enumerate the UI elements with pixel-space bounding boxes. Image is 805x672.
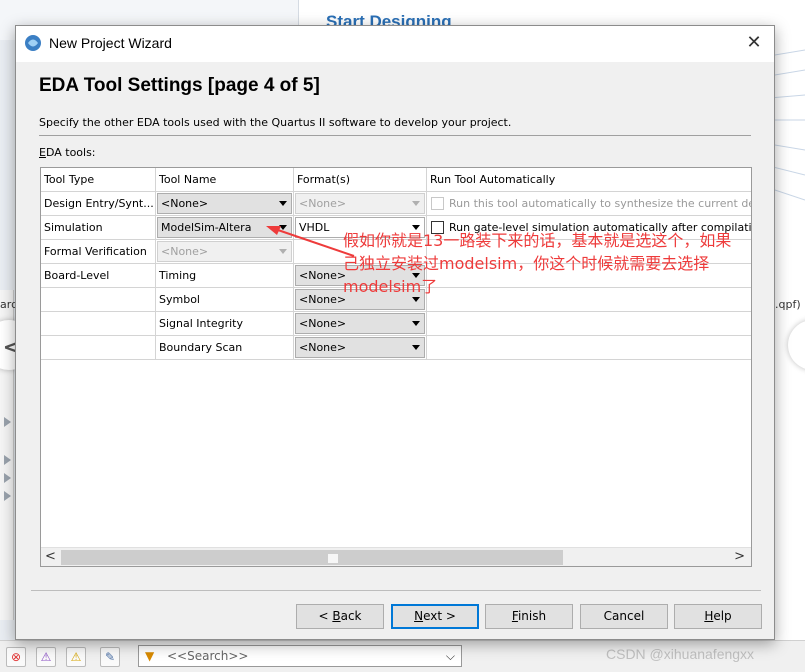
column-header-run-automatically[interactable]: Run Tool Automatically: [427, 168, 751, 192]
column-header-tool-type[interactable]: Tool Type: [41, 168, 156, 192]
table-row-format: <None>: [294, 336, 427, 360]
chevron-down-icon: [412, 345, 420, 350]
table-row-tool-type: [41, 312, 156, 336]
dialog-titlebar: New Project Wizard ✕: [16, 26, 774, 62]
tool-name-dropdown[interactable]: <None>: [157, 193, 292, 214]
column-header-tool-name[interactable]: Tool Name: [156, 168, 294, 192]
new-project-wizard-dialog: New Project Wizard ✕ EDA Tool Settings […: [15, 25, 775, 640]
scroll-right-icon[interactable]: >: [734, 549, 745, 564]
expand-arrow-icon[interactable]: [4, 417, 11, 427]
quartus-app-icon: [25, 35, 41, 51]
page-title: EDA Tool Settings [page 4 of 5]: [39, 75, 320, 96]
table-row-tool-name: ModelSim-Altera: [156, 216, 294, 240]
finish-button[interactable]: Finish: [485, 604, 573, 629]
annotation-line: 己独立安装过modelsim，你这个时候就需要去选择: [343, 254, 710, 273]
signal-integrity-format-dropdown[interactable]: <None>: [295, 313, 425, 334]
dialog-title: New Project Wizard: [49, 35, 172, 51]
chevron-down-icon: [279, 201, 287, 206]
chevron-down-icon[interactable]: ⌵: [446, 646, 455, 666]
annotation-text: 假如你就是13一路装下来的话，基本就是选这个，如果 己独立安装过modelsim…: [343, 229, 803, 298]
search-placeholder: <<Search>>: [167, 649, 249, 663]
filter-icon: ▼: [145, 649, 155, 663]
annotation-line: 假如你就是13一路装下来的话，基本就是选这个，如果: [343, 231, 732, 250]
table-row-tool-type: Design Entry/Synt...: [41, 192, 156, 216]
table-row-tool-name: Boundary Scan: [156, 336, 294, 360]
expand-arrow-icon[interactable]: [4, 491, 11, 501]
cancel-button[interactable]: Cancel: [580, 604, 668, 629]
expand-arrow-icon[interactable]: [4, 473, 11, 483]
table-row-tool-name: Signal Integrity: [156, 312, 294, 336]
eda-tools-label: EDA tools:: [39, 146, 96, 159]
table-row-tool-type: Board-Level: [41, 264, 156, 288]
table-row-tool-type: [41, 288, 156, 312]
divider: [39, 135, 751, 136]
table-row-run-auto: Run this tool automatically to synthesiz…: [427, 192, 752, 216]
chevron-down-icon: [412, 321, 420, 326]
run-synthesis-checkbox: [431, 197, 444, 210]
flag-filter-icon[interactable]: ✎: [100, 647, 120, 667]
annotation-line: modelsim了: [343, 277, 438, 296]
table-row-tool-name: Timing: [156, 264, 294, 288]
chevron-down-icon: [279, 249, 287, 254]
scrollbar-thumb[interactable]: [61, 550, 563, 565]
chevron-down-icon: [279, 225, 287, 230]
scroll-left-icon[interactable]: <: [45, 549, 56, 564]
critical-warning-filter-icon[interactable]: ⚠: [36, 647, 56, 667]
table-row-run-auto: [427, 336, 751, 360]
table-row-tool-name: <None>: [156, 240, 294, 264]
expand-arrow-icon[interactable]: [4, 455, 11, 465]
close-icon[interactable]: ✕: [734, 26, 774, 62]
simulation-tool-dropdown[interactable]: ModelSim-Altera: [157, 217, 292, 238]
background-right-text: .qpf): [775, 298, 801, 311]
run-synthesis-label: Run this tool automatically to synthesiz…: [449, 197, 752, 210]
warning-filter-icon[interactable]: ⚠: [66, 647, 86, 667]
table-row-tool-type: [41, 336, 156, 360]
page-description: Specify the other EDA tools used with th…: [39, 116, 512, 129]
divider: [31, 590, 761, 591]
eda-tools-table[interactable]: Tool Type Tool Name Format(s) Run Tool A…: [40, 167, 752, 567]
formal-verification-dropdown: <None>: [157, 241, 292, 262]
table-row-tool-name: <None>: [156, 192, 294, 216]
back-button[interactable]: < Back: [296, 604, 384, 629]
watermark: CSDN @xihuanafengxx: [606, 646, 755, 662]
table-row-format: <None>: [294, 312, 427, 336]
next-button[interactable]: Next >: [391, 604, 479, 629]
chevron-down-icon: [412, 201, 420, 206]
boundary-scan-format-dropdown[interactable]: <None>: [295, 337, 425, 358]
column-header-formats[interactable]: Format(s): [294, 168, 427, 192]
table-row-run-auto: [427, 312, 751, 336]
help-button[interactable]: Help: [674, 604, 762, 629]
table-row-tool-type: Simulation: [41, 216, 156, 240]
horizontal-scrollbar[interactable]: < >: [41, 547, 751, 566]
format-dropdown: <None>: [295, 193, 425, 214]
table-row-tool-name: Symbol: [156, 288, 294, 312]
error-filter-icon[interactable]: ⊗: [6, 647, 26, 667]
message-search-box[interactable]: ▼ <<Search>> ⌵: [138, 645, 462, 667]
scrollbar-grip: [328, 554, 338, 563]
table-row-format: <None>: [294, 192, 427, 216]
table-row-tool-type: Formal Verification: [41, 240, 156, 264]
